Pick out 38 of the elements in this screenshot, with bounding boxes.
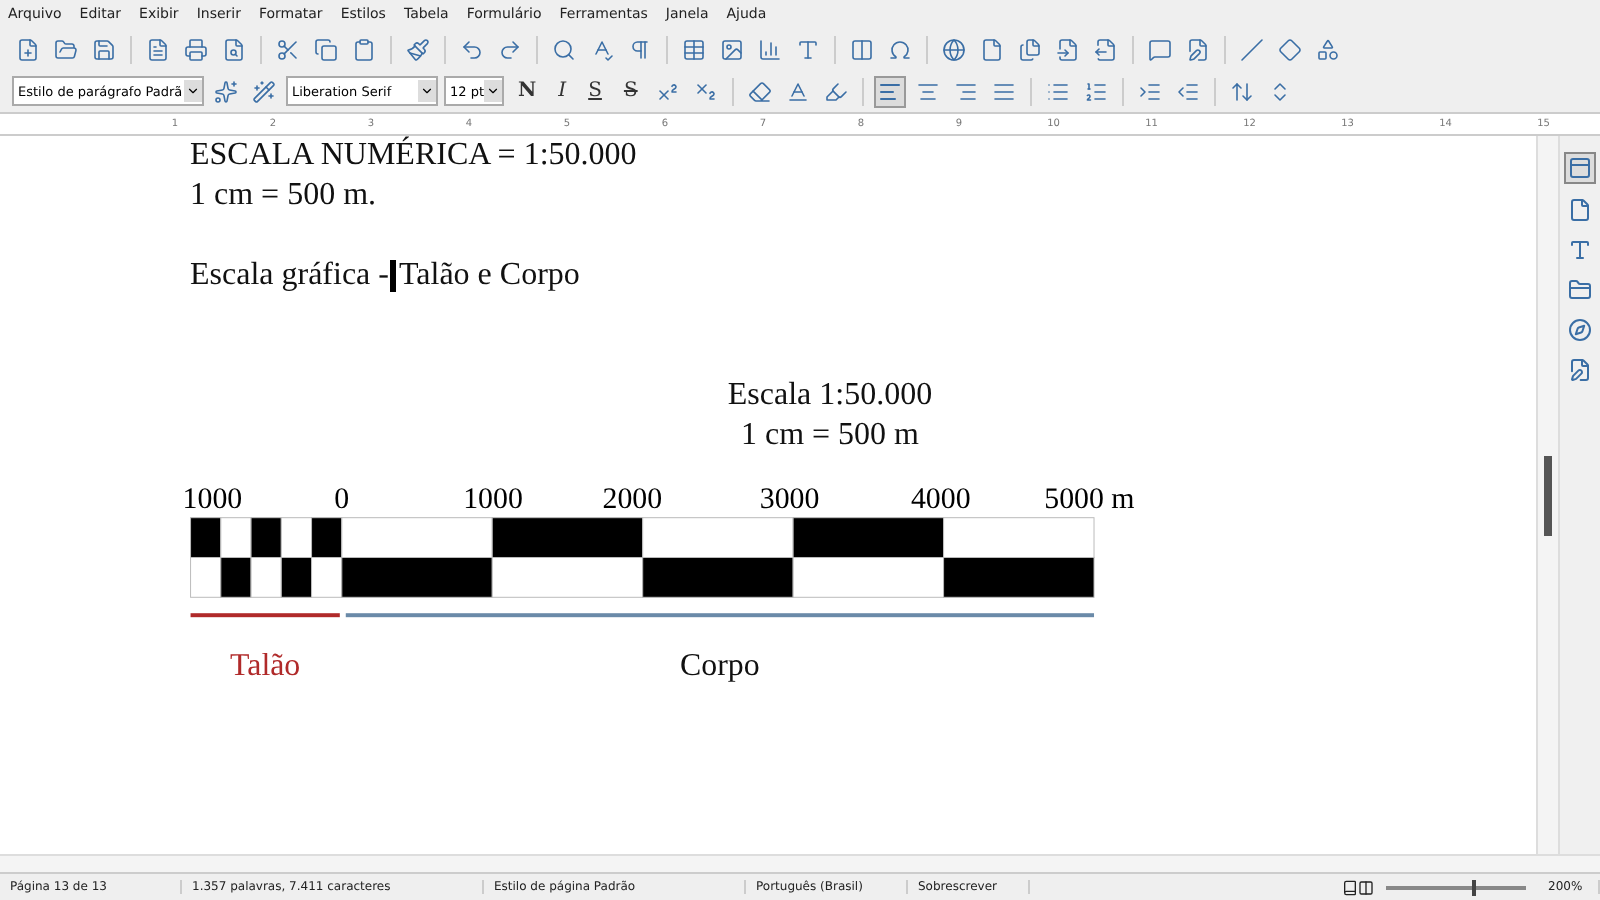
scale-label: 1000 (463, 483, 523, 516)
text-line: Escala gráfica - (190, 256, 389, 296)
line-icon[interactable] (1236, 33, 1268, 65)
scale-label: 5000 m (1044, 483, 1135, 516)
text-line: 1 cm = 500 m. (190, 176, 379, 216)
strikethrough-button[interactable]: S (615, 80, 646, 102)
vertical-scrollbar[interactable] (1536, 136, 1558, 854)
copy-icon[interactable] (310, 33, 342, 65)
scale-label: 4000 (911, 483, 971, 516)
scale-label: 2000 (602, 483, 663, 516)
multi-page-icon[interactable] (1358, 879, 1374, 895)
text-cursor (390, 260, 397, 292)
dropdown-icon[interactable] (484, 80, 502, 102)
section-label: Corpo (680, 648, 760, 683)
scale-label: 0 (334, 483, 350, 516)
clone-format-icon[interactable] (402, 33, 434, 65)
text-line: Escala 1:50.000 (725, 376, 935, 416)
page-icon[interactable] (1566, 196, 1594, 224)
print-icon[interactable] (180, 33, 212, 65)
dropdown-icon[interactable] (184, 80, 202, 102)
text-line: 1 cm = 500 m (738, 416, 921, 456)
globe-icon[interactable] (938, 33, 970, 65)
horizontal-scrollbar[interactable] (0, 854, 1600, 872)
scale-label: 1000 (182, 483, 243, 516)
dropdown-icon[interactable] (418, 80, 436, 102)
bold-button[interactable]: N (510, 80, 545, 102)
zoom-thumb[interactable] (1472, 879, 1477, 895)
text-line: ESCALA NUMÉRICA = 1:50.000 (190, 136, 639, 176)
text-line: Talão e Corpo (398, 256, 580, 296)
pages-icon[interactable] (1014, 33, 1046, 65)
italic-button[interactable]: I (550, 80, 575, 102)
book-view-icon[interactable] (1342, 879, 1358, 895)
scale-label: 3000 (759, 483, 820, 516)
align-left-icon[interactable] (873, 75, 906, 107)
section-label: Talão (230, 648, 301, 683)
underline-button[interactable]: S (580, 80, 610, 102)
scroll-thumb[interactable] (1544, 455, 1552, 535)
diamond-icon[interactable] (1274, 33, 1306, 65)
